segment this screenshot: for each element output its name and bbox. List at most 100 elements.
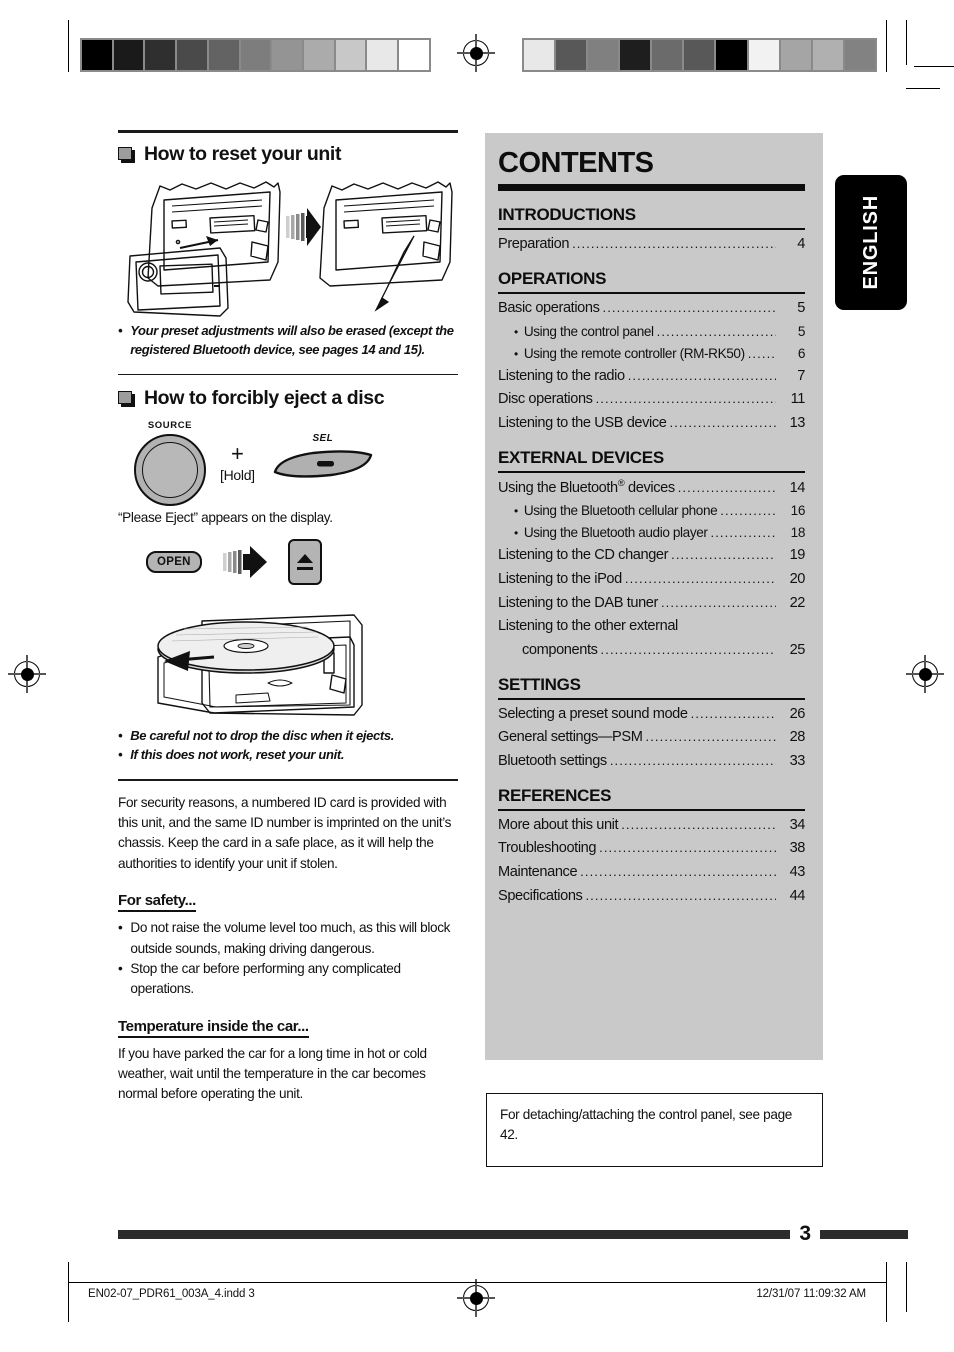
info-box: For detaching/attaching the control pane… (486, 1093, 823, 1167)
toc-entry[interactable]: Listening to the radio..................… (498, 365, 805, 389)
toc-leader-dots: ........................................… (671, 547, 776, 563)
crop-mark-top-left-v (68, 20, 70, 72)
toc-entry-label: Using the remote controller (RM-RK50) (523, 345, 745, 361)
toc-entry-page: 7 (797, 367, 805, 384)
footer-timestamp: 12/31/07 11:09:32 AM (756, 1288, 866, 1300)
toc-entry[interactable]: Preparation.............................… (498, 233, 805, 257)
page-rule-long (118, 1229, 791, 1239)
eject-bar-icon (296, 567, 313, 571)
registration-target-right (906, 655, 944, 693)
contents-category-rule (498, 291, 805, 295)
sel-button-icon[interactable] (269, 446, 377, 480)
toc-entry-page: 20 (789, 570, 806, 587)
contents-category-rule (498, 470, 805, 473)
contents-category-rule (498, 808, 805, 811)
toc-leader-dots: ........................................… (600, 641, 776, 657)
eject-button[interactable] (287, 539, 322, 586)
temperature-heading: Temperature inside the car... (118, 1018, 309, 1038)
crop-mark-bottom-right-v (886, 1262, 888, 1322)
toc-entry-page: 16 (790, 503, 806, 519)
source-knob[interactable] (134, 434, 206, 507)
toc-entry[interactable]: Selecting a preset sound mode...........… (498, 703, 805, 727)
toc-entry[interactable]: • Using the Bluetooth cellular phone.....… (498, 500, 805, 522)
sel-button-group: SEL (269, 433, 377, 493)
language-tab: ENGLISH (835, 175, 907, 310)
table-of-contents: INTRODUCTIONS Preparation................… (498, 205, 805, 908)
toc-entry[interactable]: • Using the remote controller (RM-RK50)..… (498, 343, 805, 365)
toc-leader-dots: ........................................… (599, 840, 776, 856)
toc-entry-label: components (522, 641, 598, 658)
eject-note-1: If this does not work, reset your unit. (130, 747, 345, 763)
diagram-disc-eject (157, 614, 363, 716)
toc-entry-label: Basic operations (498, 300, 600, 317)
wedge-swatch (112, 39, 145, 71)
toc-entry-label: Using the Bluetooth® devices (498, 477, 675, 496)
toc-entry[interactable]: Bluetooth settings......................… (498, 750, 805, 774)
language-tab-label: ENGLISH (859, 195, 882, 290)
list-item: • Stop the car before performing any comp… (118, 959, 458, 1000)
toc-entry[interactable]: Troubleshooting.........................… (498, 837, 805, 861)
toc-leader-dots: ........................................… (624, 570, 776, 586)
toc-entry-page: 43 (789, 864, 806, 881)
square-bullet-icon (118, 146, 135, 163)
toc-sub-bullet: • (514, 504, 518, 519)
for-safety-list: • Do not raise the volume level too much,… (118, 918, 458, 1000)
toc-entry-page: 13 (789, 414, 806, 431)
page-number-row: 3 (118, 1222, 908, 1246)
diagram-reset-unit (127, 181, 453, 317)
safety-item-0: Do not raise the volume level too much, … (130, 920, 451, 956)
source-knob-group: SOURCE (134, 420, 206, 507)
contents-title: CONTENTS (498, 147, 654, 179)
toc-entry-page: 25 (789, 641, 806, 658)
toc-entry-page: 34 (789, 816, 806, 833)
toc-entry-label: Listening to the iPod (498, 570, 622, 587)
contents-category-heading: OPERATIONS (498, 268, 607, 288)
wedge-swatch (651, 39, 684, 71)
toc-entry[interactable]: Using the Bluetooth® devices............… (498, 476, 805, 501)
contents-category-rule (498, 697, 805, 700)
eject-note-0: Be careful not to drop the disc when it … (130, 728, 395, 744)
page-number: 3 (799, 1222, 811, 1245)
toc-entry[interactable]: Listening to the iPod...................… (498, 568, 805, 592)
toc-entry[interactable]: Listening to the DAB tuner..............… (498, 592, 805, 616)
contents-panel: CONTENTS INTRODUCTIONS Preparation.......… (485, 133, 823, 1060)
reset-note-row: • Your preset adjustments will also be e… (118, 322, 458, 360)
toc-entry-label: Disc operations (498, 391, 593, 408)
toc-entry-page: 26 (789, 705, 806, 722)
toc-entry-page: 5 (797, 323, 806, 339)
toc-leader-dots: ........................................… (710, 525, 777, 541)
left-column: How to reset your unit • Your preset adj… (118, 130, 458, 1105)
toc-entry[interactable]: Listening to the CD changer.............… (498, 544, 805, 568)
square-bullet-icon (118, 390, 135, 407)
wedge-swatch (715, 39, 748, 71)
toc-leader-dots: ........................................… (572, 236, 776, 252)
toc-entry[interactable]: Listening to the other external.........… (498, 615, 805, 639)
toc-entry-label: Bluetooth settings (498, 753, 607, 769)
bullet-dot: • (118, 323, 123, 338)
toc-entry[interactable]: Basic operations........................… (498, 297, 805, 321)
for-safety-heading: For safety... (118, 892, 196, 913)
toc-entry-page: 33 (789, 753, 806, 769)
source-sel-combo: SOURCE + [Hold] SEL (134, 420, 458, 507)
open-button[interactable]: OPEN (146, 551, 202, 574)
toc-leader-dots: ........................................… (580, 864, 776, 880)
toc-entry[interactable]: • Using the Bluetooth audio player.......… (498, 522, 805, 544)
toc-entry[interactable]: Listening to the USB device.............… (498, 412, 805, 436)
toc-entry[interactable]: Disc operations.........................… (498, 388, 805, 412)
toc-entry-page: 44 (789, 887, 806, 904)
toc-entry[interactable]: More about this unit....................… (498, 814, 805, 838)
toc-entry[interactable]: components..............................… (498, 639, 805, 663)
toc-sub-bullet: • (514, 324, 518, 339)
toc-leader-dots: ........................................… (690, 705, 776, 721)
plus-symbol: + (230, 441, 244, 467)
wedge-swatch (144, 39, 177, 71)
plus-hold-group: + [Hold] (220, 441, 255, 484)
list-item: • Do not raise the volume level too much,… (118, 918, 458, 959)
toc-entry[interactable]: Specifications..........................… (498, 885, 805, 909)
toc-entry[interactable]: General settings—PSM....................… (498, 726, 805, 750)
open-eject-row: OPEN (146, 539, 458, 586)
toc-entry[interactable]: • Using the control panel................… (498, 321, 805, 343)
toc-leader-dots: ........................................… (747, 345, 776, 361)
crop-mark-bottom-left-v (68, 1262, 70, 1322)
toc-entry[interactable]: Maintenance.............................… (498, 861, 805, 885)
